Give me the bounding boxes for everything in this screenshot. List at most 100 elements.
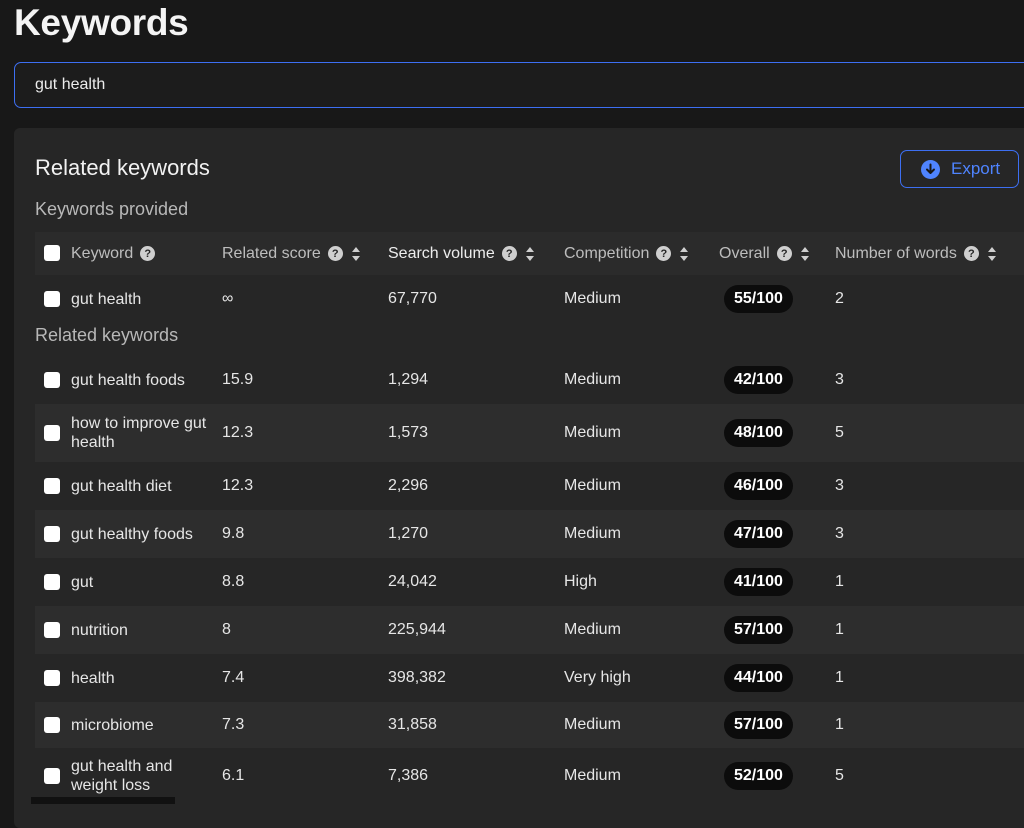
search-volume-cell: 7,386	[388, 767, 429, 784]
competition-cell: Medium	[564, 290, 621, 307]
words-cell: 3	[835, 371, 844, 388]
table-row[interactable]: how to improve gut health 12.3 1,573 Med…	[35, 404, 1024, 462]
overall-badge: 47/100	[724, 520, 793, 548]
overall-badge: 42/100	[724, 366, 793, 394]
column-search-volume-label: Search volume	[388, 244, 495, 262]
words-cell: 2	[835, 290, 844, 307]
sort-icon[interactable]	[800, 246, 809, 261]
search-volume-cell: 2,296	[388, 477, 429, 494]
column-keyword[interactable]: Keyword ?	[71, 232, 156, 275]
panel-title: Related keywords	[35, 155, 210, 180]
keyword-cell: gut health and weight loss	[71, 758, 173, 794]
row-checkbox[interactable]	[44, 372, 60, 388]
table-row[interactable]: gut 8.8 24,042 High 41/100 1	[35, 558, 1024, 606]
export-button[interactable]: Export	[900, 150, 1019, 188]
table-row[interactable]: microbiome 7.3 31,858 Medium 57/100 1	[35, 702, 1024, 748]
column-number-of-words[interactable]: Number of words ?	[835, 232, 996, 275]
section-label-provided: Keywords provided	[35, 199, 189, 219]
scroll-indicator	[31, 797, 175, 804]
keyword-cell: how to improve gut health	[71, 415, 207, 451]
keyword-cell: gut health diet	[71, 477, 172, 495]
related-score-cell: 6.1	[222, 767, 245, 784]
search-volume-cell: 31,858	[388, 716, 437, 733]
related-score-cell: 9.8	[222, 525, 245, 542]
help-icon[interactable]: ?	[327, 246, 343, 261]
column-overall[interactable]: Overall ?	[719, 232, 809, 275]
row-checkbox[interactable]	[44, 768, 60, 784]
table-header: Keyword ? Related score ? Search volume …	[35, 232, 1024, 275]
related-score-cell: 7.3	[222, 716, 245, 733]
overall-badge: 57/100	[724, 711, 793, 739]
column-competition[interactable]: Competition ?	[564, 232, 689, 275]
overall-badge: 57/100	[724, 616, 793, 644]
related-score-cell: 15.9	[222, 371, 254, 388]
keyword-cell: gut	[71, 573, 94, 591]
search-box[interactable]	[14, 62, 1024, 108]
keyword-cell: microbiome	[71, 716, 154, 734]
sort-icon[interactable]	[525, 246, 534, 261]
section-label-related: Related keywords	[35, 325, 179, 345]
overall-badge: 41/100	[724, 568, 793, 596]
column-keyword-label: Keyword	[71, 244, 134, 262]
search-input[interactable]	[35, 63, 935, 107]
competition-cell: Medium	[564, 716, 621, 733]
table-row[interactable]: health 7.4 398,382 Very high 44/100 1	[35, 654, 1024, 702]
related-score-cell: ∞	[222, 290, 234, 307]
keyword-cell: gut health	[71, 290, 142, 308]
words-cell: 1	[835, 573, 844, 590]
search-volume-cell: 225,944	[388, 621, 446, 638]
row-checkbox[interactable]	[44, 478, 60, 494]
table-row[interactable]: gut health ∞ 67,770 Medium 55/100 2	[35, 279, 1024, 319]
download-icon	[921, 159, 940, 179]
row-checkbox[interactable]	[44, 670, 60, 686]
row-checkbox[interactable]	[44, 574, 60, 590]
page-title: Keywords	[14, 2, 189, 43]
table-row[interactable]: nutrition 8 225,944 Medium 57/100 1	[35, 606, 1024, 654]
competition-cell: Medium	[564, 525, 621, 542]
row-checkbox[interactable]	[44, 425, 60, 441]
words-cell: 5	[835, 424, 844, 441]
keyword-cell: gut healthy foods	[71, 525, 193, 543]
overall-badge: 48/100	[724, 419, 793, 447]
column-overall-label: Overall	[719, 244, 770, 262]
words-cell: 1	[835, 716, 844, 733]
column-number-of-words-label: Number of words	[835, 244, 957, 262]
help-icon[interactable]: ?	[140, 246, 156, 261]
column-related-score[interactable]: Related score ?	[222, 232, 360, 275]
select-all-checkbox[interactable]	[44, 245, 60, 261]
sort-icon[interactable]	[351, 246, 360, 261]
search-volume-cell: 67,770	[388, 290, 437, 307]
search-volume-cell: 24,042	[388, 573, 437, 590]
column-search-volume[interactable]: Search volume ?	[388, 232, 534, 275]
table-row[interactable]: gut health and weight loss 6.1 7,386 Med…	[35, 748, 1024, 804]
words-cell: 3	[835, 477, 844, 494]
words-cell: 5	[835, 767, 844, 784]
help-icon[interactable]: ?	[501, 246, 517, 261]
keyword-cell: health	[71, 669, 115, 687]
search-volume-cell: 398,382	[388, 669, 446, 686]
export-label: Export	[951, 159, 1001, 178]
competition-cell: Medium	[564, 371, 621, 388]
help-icon[interactable]: ?	[656, 246, 672, 261]
overall-badge: 52/100	[724, 762, 793, 790]
competition-cell: Medium	[564, 424, 621, 441]
row-checkbox[interactable]	[44, 291, 60, 307]
words-cell: 3	[835, 525, 844, 542]
competition-cell: Very high	[564, 669, 631, 686]
table-row[interactable]: gut healthy foods 9.8 1,270 Medium 47/10…	[35, 510, 1024, 558]
help-icon[interactable]: ?	[963, 246, 979, 261]
words-cell: 1	[835, 669, 844, 686]
competition-cell: Medium	[564, 477, 621, 494]
row-checkbox[interactable]	[44, 622, 60, 638]
help-icon[interactable]: ?	[776, 246, 792, 261]
sort-icon[interactable]	[680, 246, 689, 261]
table-row[interactable]: gut health diet 12.3 2,296 Medium 46/100…	[35, 462, 1024, 510]
overall-badge: 46/100	[724, 472, 793, 500]
competition-cell: High	[564, 573, 597, 590]
row-checkbox[interactable]	[44, 717, 60, 733]
related-score-cell: 8	[222, 621, 231, 638]
related-score-cell: 8.8	[222, 573, 245, 590]
sort-icon[interactable]	[987, 246, 996, 261]
row-checkbox[interactable]	[44, 526, 60, 542]
table-row[interactable]: gut health foods 15.9 1,294 Medium 42/10…	[35, 356, 1024, 404]
